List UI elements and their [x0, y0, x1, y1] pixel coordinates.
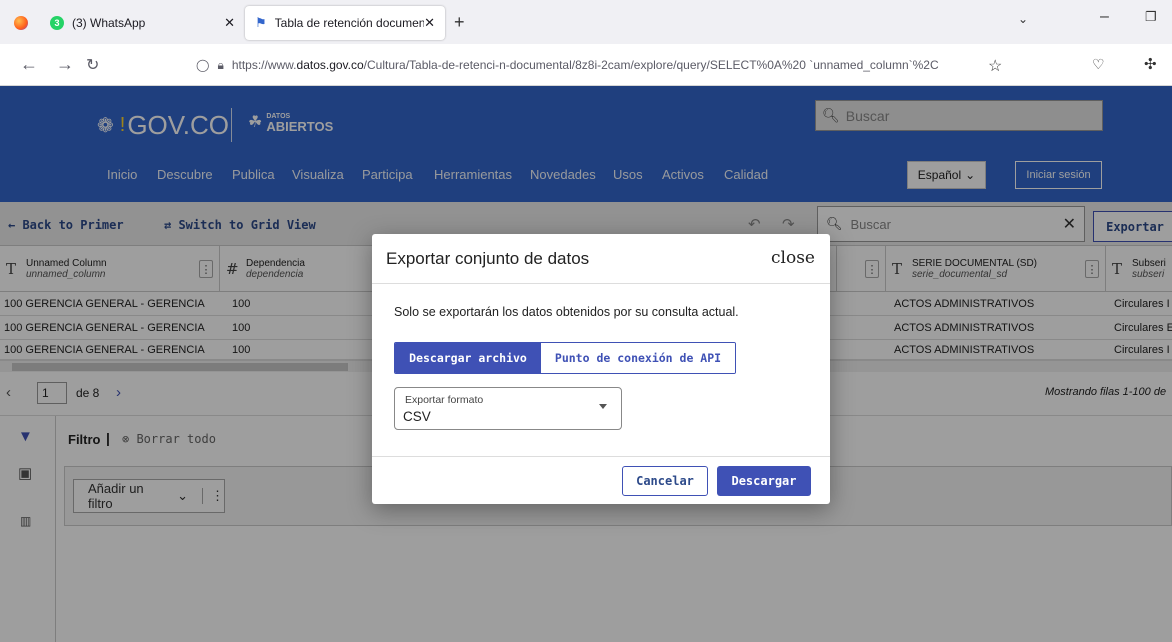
tab-tabla-retencion[interactable]: ⚑ Tabla de retención documental | ✕ [245, 6, 445, 40]
tab-api-endpoint[interactable]: Punto de conexión de API [541, 343, 735, 373]
url-domain: datos.gov.co [296, 58, 364, 72]
list-tabs-icon[interactable]: ⌄ [1018, 12, 1028, 26]
cancel-button[interactable]: Cancelar [622, 466, 708, 496]
pocket-icon[interactable]: ♡ [1092, 56, 1105, 73]
format-label: Exportar formato [405, 394, 484, 406]
back-arrow-icon[interactable]: ← [20, 54, 38, 75]
tab-download-file[interactable]: Descargar archivo [395, 343, 541, 373]
new-tab-button[interactable]: + [454, 12, 465, 33]
browser-tab-bar: 3 (3) WhatsApp ✕ ⚑ Tabla de retención do… [0, 0, 1172, 44]
lock-icon: 🔒︎ [217, 57, 224, 72]
extensions-icon[interactable]: ✣ [1144, 55, 1157, 73]
download-button[interactable]: Descargar [717, 466, 811, 496]
firefox-icon[interactable] [14, 16, 28, 30]
reload-icon[interactable]: ↻ [86, 55, 99, 75]
dialog-title: Exportar conjunto de datos [386, 249, 590, 268]
close-button[interactable]: close [771, 248, 815, 268]
close-tab-icon[interactable]: ✕ [424, 15, 435, 31]
dialog-message: Solo se exportarán los datos obtenidos p… [394, 305, 739, 319]
dialog-divider [372, 456, 830, 457]
whatsapp-icon: 3 [50, 16, 64, 30]
export-dialog: Exportar conjunto de datos close Solo se… [372, 234, 830, 504]
forward-arrow-icon[interactable]: → [56, 54, 74, 75]
site-favicon-icon: ⚑ [255, 15, 267, 30]
tab-whatsapp[interactable]: 3 (3) WhatsApp ✕ [40, 6, 245, 40]
minimize-icon[interactable]: – [1100, 8, 1109, 26]
shield-icon: ◯ [196, 58, 210, 72]
tab-title: Tabla de retención documental | [274, 16, 425, 30]
tab-title: (3) WhatsApp [72, 16, 146, 30]
dropdown-caret-icon [599, 404, 607, 409]
export-mode-tabs: Descargar archivo Punto de conexión de A… [394, 342, 736, 374]
export-format-select[interactable]: Exportar formato CSV [394, 387, 622, 430]
browser-nav-bar: ← → ↻ ◯ 🔒︎ https://www. datos.gov.co/Cult… [0, 44, 1172, 86]
dialog-header: Exportar conjunto de datos close [372, 234, 830, 284]
restore-icon[interactable]: ❐ [1145, 9, 1157, 25]
url-path: /Cultura/Tabla-de-retenci-n-documental/8… [363, 58, 939, 72]
url-prefix: https://www. [231, 58, 297, 72]
url-bar[interactable]: ◯ 🔒︎ https://www. datos.gov.co/Cultura/Ta… [186, 50, 1012, 80]
bookmark-star-icon[interactable]: ☆ [988, 56, 1002, 76]
close-tab-icon[interactable]: ✕ [224, 15, 235, 31]
format-value: CSV [403, 409, 431, 424]
